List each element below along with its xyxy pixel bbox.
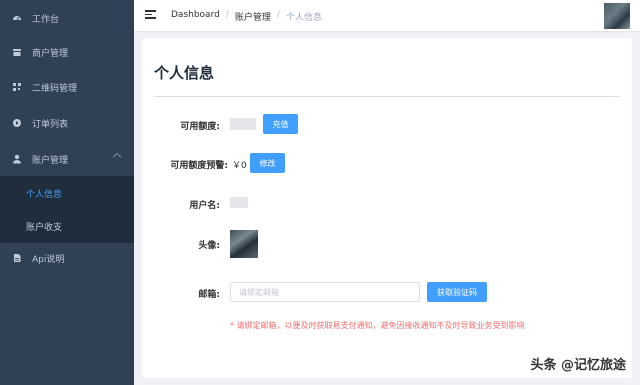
sidebar-item-qrcode[interactable]: 二维码管理	[0, 70, 134, 104]
sidebar-item-label: 商户管理	[32, 48, 69, 59]
breadcrumb-dashboard[interactable]: Dashboard	[171, 10, 220, 23]
order-icon	[12, 118, 22, 128]
breadcrumb: Dashboard / 账户管理 / 个人信息	[171, 10, 322, 23]
get-code-button[interactable]: 获取验证码	[427, 282, 487, 302]
username-value	[230, 197, 248, 208]
breadcrumb-account: 账户管理	[234, 13, 271, 23]
breadcrumb-separator: /	[225, 10, 229, 20]
sidebar: 工作台 商户管理 二维码管理 订单列表 账户管理 个人信息 账户收支 Api说明	[0, 0, 134, 385]
email-label: 邮箱:	[198, 290, 220, 300]
divider	[154, 96, 620, 97]
sidebar-subitem-account-flow[interactable]: 账户收支	[0, 209, 134, 243]
watermark: 头条 @记忆旅途	[530, 358, 626, 373]
page-title: 个人信息	[154, 64, 215, 82]
avatar[interactable]	[230, 230, 258, 258]
shop-icon	[12, 47, 22, 57]
warning-threshold-label: 可用额度预警:	[170, 161, 228, 171]
modify-button[interactable]: 修改	[250, 153, 285, 173]
balance-value	[230, 118, 256, 130]
breadcrumb-separator: /	[276, 10, 280, 20]
dashboard-icon	[12, 13, 22, 23]
balance-label: 可用额度:	[180, 122, 220, 132]
sidebar-item-label: 工作台	[32, 14, 60, 25]
recharge-button[interactable]: 充值	[263, 114, 298, 134]
menu-toggle-icon[interactable]	[145, 10, 156, 19]
qrcode-icon	[12, 82, 22, 92]
chevron-up-icon	[112, 152, 122, 162]
user-icon	[12, 154, 22, 164]
email-input[interactable]: 请绑定邮箱	[230, 282, 420, 302]
sidebar-subitem-profile[interactable]: 个人信息	[0, 176, 134, 210]
profile-card: 个人信息 可用额度: 充值 可用额度预警: ￥0 修改 用户名: 头像: 邮箱:…	[142, 38, 632, 378]
sidebar-item-label: Api说明	[32, 254, 65, 265]
sidebar-item-label: 个人信息	[26, 189, 63, 200]
sidebar-item-label: 订单列表	[32, 119, 69, 130]
sidebar-item-label: 账户管理	[32, 155, 69, 166]
sidebar-item-api-docs[interactable]: Api说明	[0, 241, 134, 275]
sidebar-item-account[interactable]: 账户管理	[0, 142, 134, 176]
sidebar-item-label: 账户收支	[26, 222, 63, 233]
warning-threshold-value: ￥0	[232, 161, 247, 171]
top-navbar: Dashboard / 账户管理 / 个人信息	[134, 0, 640, 32]
document-icon	[12, 253, 22, 263]
sidebar-item-label: 二维码管理	[32, 83, 78, 94]
avatar-label: 头像:	[198, 241, 220, 251]
sidebar-item-dashboard[interactable]: 工作台	[0, 1, 134, 35]
email-notice: * 请绑定邮箱，以便及时获取易支付通知，避免因接收通知不及时导致业务受到影响	[230, 321, 525, 330]
sidebar-item-merchants[interactable]: 商户管理	[0, 35, 134, 69]
breadcrumb-current: 个人信息	[285, 13, 322, 23]
sidebar-item-orders[interactable]: 订单列表	[0, 106, 134, 140]
avatar[interactable]	[604, 3, 630, 29]
username-label: 用户名:	[189, 201, 220, 211]
